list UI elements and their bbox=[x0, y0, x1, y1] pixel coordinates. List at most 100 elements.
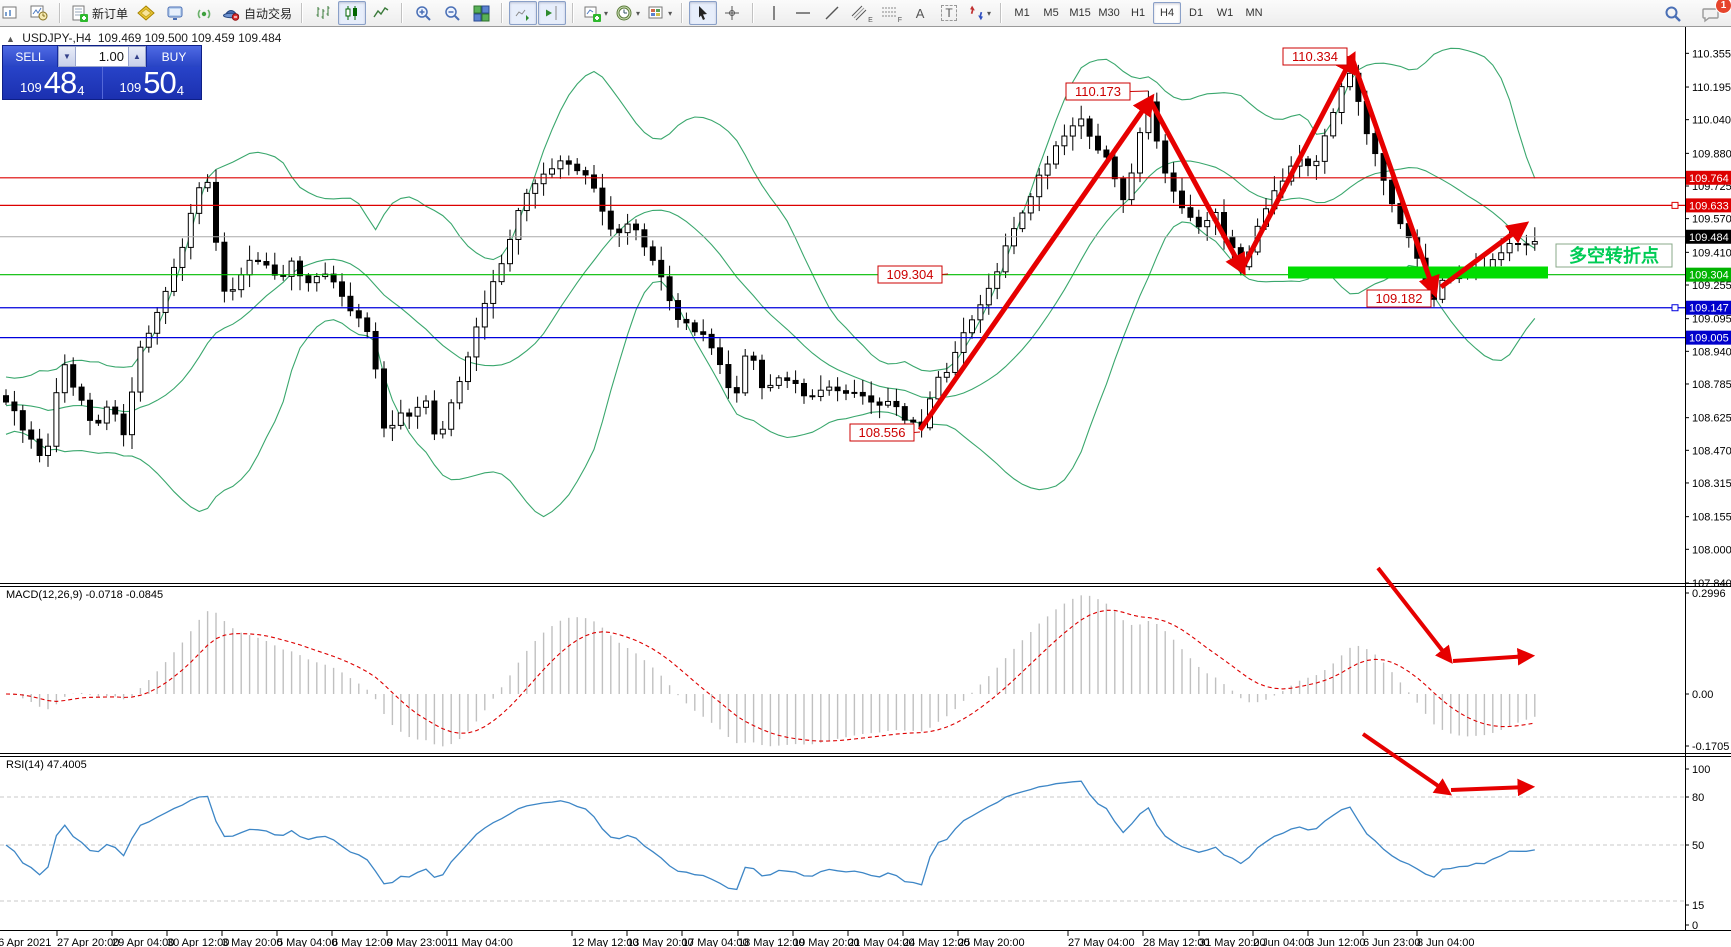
tile-windows-icon bbox=[472, 4, 491, 23]
svg-text:109.880: 109.880 bbox=[1692, 148, 1731, 160]
profiles-icon bbox=[1, 4, 19, 22]
tf-H4[interactable]: H4 bbox=[1153, 2, 1181, 24]
svg-text:109.633: 109.633 bbox=[1689, 200, 1729, 212]
buy-button[interactable]: BUY bbox=[146, 46, 201, 67]
indicators-caret-icon: ▾ bbox=[604, 9, 608, 18]
volume-up-button[interactable]: ▲ bbox=[128, 46, 146, 67]
equidistant-channel-icon bbox=[850, 4, 868, 22]
svg-text:108.000: 108.000 bbox=[1692, 544, 1731, 556]
symbol-name: USDJPY-,H4 bbox=[22, 31, 91, 45]
text-button[interactable]: A bbox=[906, 1, 934, 25]
svg-text:0: 0 bbox=[1692, 920, 1698, 932]
trendline-button[interactable] bbox=[818, 1, 846, 25]
svg-text:110.195: 110.195 bbox=[1692, 82, 1731, 94]
ohlc-low: 109.459 bbox=[191, 31, 234, 45]
ohlc-open: 109.469 bbox=[98, 31, 141, 45]
chat-badge: 1 bbox=[1715, 0, 1731, 14]
candle-chart-button[interactable] bbox=[338, 1, 366, 25]
search-button[interactable] bbox=[1659, 2, 1687, 26]
volume-input[interactable]: 1.00 bbox=[76, 46, 128, 67]
metaeditor-button[interactable] bbox=[132, 1, 160, 25]
buy-price-base: 109 bbox=[120, 78, 142, 98]
chat-button[interactable]: 1 bbox=[1697, 2, 1725, 26]
autoscroll-button[interactable] bbox=[509, 1, 537, 25]
equidistant-channel-button[interactable]: E bbox=[847, 1, 876, 25]
green-support-bar bbox=[1288, 267, 1548, 279]
svg-text:108.556: 108.556 bbox=[859, 425, 906, 440]
volume-down-button[interactable]: ▼ bbox=[58, 46, 76, 67]
text-label-button[interactable]: T bbox=[935, 1, 963, 25]
autotrading-label: 自动交易 bbox=[244, 5, 292, 22]
tf-M15[interactable]: M15 bbox=[1066, 2, 1094, 24]
buy-price[interactable]: 109 50 4 bbox=[103, 67, 202, 99]
svg-text:110.334: 110.334 bbox=[1292, 49, 1338, 64]
autotrading-button[interactable]: 自动交易 bbox=[219, 1, 295, 25]
sell-price[interactable]: 109 48 4 bbox=[3, 67, 103, 99]
crosshair-button[interactable] bbox=[718, 1, 746, 25]
tick-chart-button[interactable] bbox=[25, 1, 53, 25]
svg-text:100: 100 bbox=[1692, 764, 1710, 776]
line-chart-icon bbox=[372, 4, 390, 22]
sell-price-big: 48 bbox=[44, 68, 76, 98]
tf-D1[interactable]: D1 bbox=[1182, 2, 1210, 24]
tile-windows-button[interactable] bbox=[467, 1, 495, 25]
sell-price-sup: 4 bbox=[77, 84, 84, 98]
tf-MN[interactable]: MN bbox=[1240, 2, 1268, 24]
new-order-button[interactable]: 新订单 bbox=[67, 1, 131, 25]
toolbar: 新订单 自动交易 bbox=[0, 0, 1731, 27]
text-icon: A bbox=[916, 6, 925, 21]
cursor-button[interactable] bbox=[689, 1, 717, 25]
periods-caret-icon: ▾ bbox=[636, 9, 640, 18]
trendline-icon bbox=[823, 4, 841, 22]
svg-text:0.2996: 0.2996 bbox=[1692, 588, 1726, 600]
svg-text:26 Apr 2021: 26 Apr 2021 bbox=[0, 937, 51, 947]
svg-text:-0.1705: -0.1705 bbox=[1692, 741, 1729, 753]
svg-text:3 Jun 12:00: 3 Jun 12:00 bbox=[1308, 937, 1366, 947]
templates-icon bbox=[647, 4, 666, 23]
tf-M5[interactable]: M5 bbox=[1037, 2, 1065, 24]
svg-text:15: 15 bbox=[1692, 900, 1704, 912]
svg-text:25 May 20:00: 25 May 20:00 bbox=[958, 937, 1025, 947]
collapse-panel-icon[interactable]: ▲ bbox=[6, 34, 15, 44]
svg-text:109.484: 109.484 bbox=[1689, 232, 1729, 244]
horizontal-line-button[interactable] bbox=[789, 1, 817, 25]
bar-chart-button[interactable] bbox=[309, 1, 337, 25]
sell-button[interactable]: SELL bbox=[3, 46, 58, 67]
text-label-icon: T bbox=[941, 5, 956, 21]
note-text: 多空转折点 bbox=[1569, 245, 1659, 266]
signals-button[interactable] bbox=[190, 1, 218, 25]
line-chart-button[interactable] bbox=[367, 1, 395, 25]
hline-handle bbox=[1672, 202, 1678, 208]
zoom-out-button[interactable] bbox=[438, 1, 466, 25]
svg-text:6 Jun 23:00: 6 Jun 23:00 bbox=[1363, 937, 1421, 947]
arrows-icon bbox=[967, 4, 985, 22]
arrows-button[interactable]: ▾ bbox=[964, 1, 994, 25]
ohlc-close: 109.484 bbox=[238, 31, 281, 45]
bar-chart-icon bbox=[314, 4, 332, 22]
horizontal-line-icon bbox=[794, 6, 812, 20]
tf-M1[interactable]: M1 bbox=[1008, 2, 1036, 24]
profiles-button[interactable] bbox=[0, 1, 24, 25]
fibonacci-button[interactable]: F bbox=[877, 1, 905, 25]
chart-canvas[interactable]: 110.355110.195110.040109.880109.725109.5… bbox=[0, 27, 1731, 947]
periods-button[interactable]: ▾ bbox=[612, 1, 643, 25]
market-watch-button[interactable] bbox=[161, 1, 189, 25]
fibonacci-icon bbox=[880, 4, 898, 22]
templates-button[interactable]: ▾ bbox=[644, 1, 675, 25]
tf-W1[interactable]: W1 bbox=[1211, 2, 1239, 24]
svg-text:109.255: 109.255 bbox=[1692, 280, 1731, 292]
mt4-window: 新订单 自动交易 bbox=[0, 0, 1731, 947]
indicators-button[interactable]: ▾ bbox=[580, 1, 611, 25]
tf-M30[interactable]: M30 bbox=[1095, 2, 1123, 24]
market-watch-icon bbox=[166, 4, 185, 23]
svg-text:108.470: 108.470 bbox=[1692, 445, 1731, 457]
chart-shift-button[interactable] bbox=[538, 1, 566, 25]
vertical-line-button[interactable] bbox=[760, 1, 788, 25]
svg-text:110.040: 110.040 bbox=[1692, 115, 1731, 127]
zoom-in-button[interactable] bbox=[409, 1, 437, 25]
svg-text:109.147: 109.147 bbox=[1689, 303, 1729, 315]
tf-H1[interactable]: H1 bbox=[1124, 2, 1152, 24]
svg-text:50: 50 bbox=[1692, 840, 1704, 852]
svg-text:5 May 04:00: 5 May 04:00 bbox=[277, 937, 338, 947]
svg-text:109.410: 109.410 bbox=[1692, 247, 1731, 259]
